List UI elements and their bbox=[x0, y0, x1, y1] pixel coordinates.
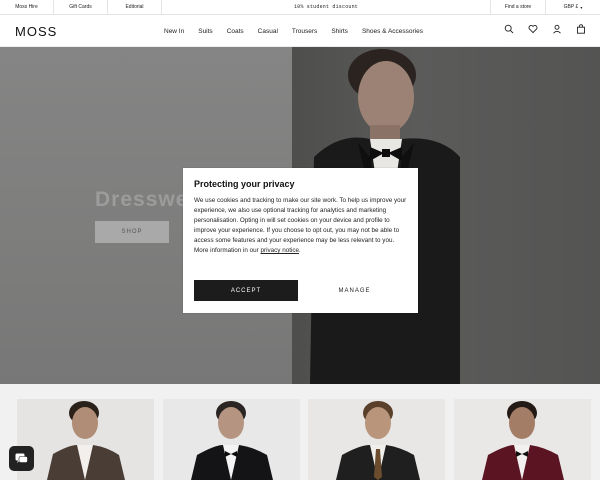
modal-body-text: We use cookies and tracking to make our … bbox=[194, 197, 407, 255]
product-card[interactable] bbox=[454, 399, 591, 480]
utility-bar: Moss Hire Gift Cards Editorial 10% stude… bbox=[0, 0, 600, 15]
shop-button[interactable]: SHOP bbox=[95, 221, 169, 243]
privacy-notice-link[interactable]: privacy notice bbox=[261, 247, 300, 254]
gift-cards-link[interactable]: Gift Cards bbox=[54, 0, 108, 14]
currency-label: GBP £ bbox=[563, 4, 579, 10]
find-store-link[interactable]: Find a store bbox=[490, 0, 546, 14]
product-image bbox=[308, 399, 445, 480]
find-store-label: Find a store bbox=[504, 4, 532, 10]
manage-button[interactable]: MANAGE bbox=[302, 280, 407, 301]
product-card[interactable] bbox=[163, 399, 300, 480]
nav-item-casual[interactable]: Casual bbox=[258, 28, 278, 35]
chevron-down-icon: ▾ bbox=[580, 4, 583, 10]
product-image bbox=[454, 399, 591, 480]
nav-item-suits[interactable]: Suits bbox=[198, 28, 212, 35]
product-card[interactable] bbox=[17, 399, 154, 480]
nav-item-new-in[interactable]: New In bbox=[164, 28, 184, 35]
modal-title: Protecting your privacy bbox=[194, 179, 295, 189]
moss-hire-link[interactable]: Moss Hire bbox=[0, 0, 54, 14]
bag-icon[interactable] bbox=[576, 24, 586, 34]
main-nav: New In Suits Coats Casual Trousers Shirt… bbox=[164, 15, 423, 47]
product-grid bbox=[0, 384, 600, 480]
modal-body: We use cookies and tracking to make our … bbox=[194, 196, 407, 257]
editorial-link[interactable]: Editorial bbox=[108, 0, 162, 14]
currency-selector[interactable]: GBP £ ▾ bbox=[546, 0, 600, 14]
account-icon[interactable] bbox=[552, 24, 562, 34]
main-header: MOSS New In Suits Coats Casual Trousers … bbox=[0, 15, 600, 47]
editorial-label: Editorial bbox=[125, 4, 144, 10]
chat-button[interactable] bbox=[9, 446, 34, 471]
heart-icon[interactable] bbox=[528, 24, 538, 34]
nav-item-coats[interactable]: Coats bbox=[227, 28, 244, 35]
promo-banner[interactable]: 10% student discount bbox=[162, 0, 490, 14]
accept-button[interactable]: ACCEPT bbox=[194, 280, 298, 301]
hero-title: Dresswe bbox=[95, 188, 189, 211]
nav-item-trousers[interactable]: Trousers bbox=[292, 28, 317, 35]
nav-item-shirts[interactable]: Shirts bbox=[331, 28, 348, 35]
chat-icon bbox=[15, 453, 28, 463]
search-icon[interactable] bbox=[504, 24, 514, 34]
cookie-consent-modal: Protecting your privacy We use cookies a… bbox=[183, 168, 418, 313]
modal-actions: ACCEPT MANAGE bbox=[194, 280, 407, 301]
logo[interactable]: MOSS bbox=[15, 24, 57, 39]
promo-text: 10% student discount bbox=[293, 4, 358, 10]
modal-body-period: . bbox=[299, 247, 301, 255]
nav-item-shoes-accessories[interactable]: Shoes & Accessories bbox=[362, 28, 423, 35]
gift-cards-label: Gift Cards bbox=[69, 4, 92, 10]
product-card[interactable] bbox=[308, 399, 445, 480]
product-image bbox=[163, 399, 300, 480]
header-icons bbox=[504, 24, 586, 34]
moss-hire-label: Moss Hire bbox=[15, 4, 38, 10]
product-image bbox=[17, 399, 154, 480]
